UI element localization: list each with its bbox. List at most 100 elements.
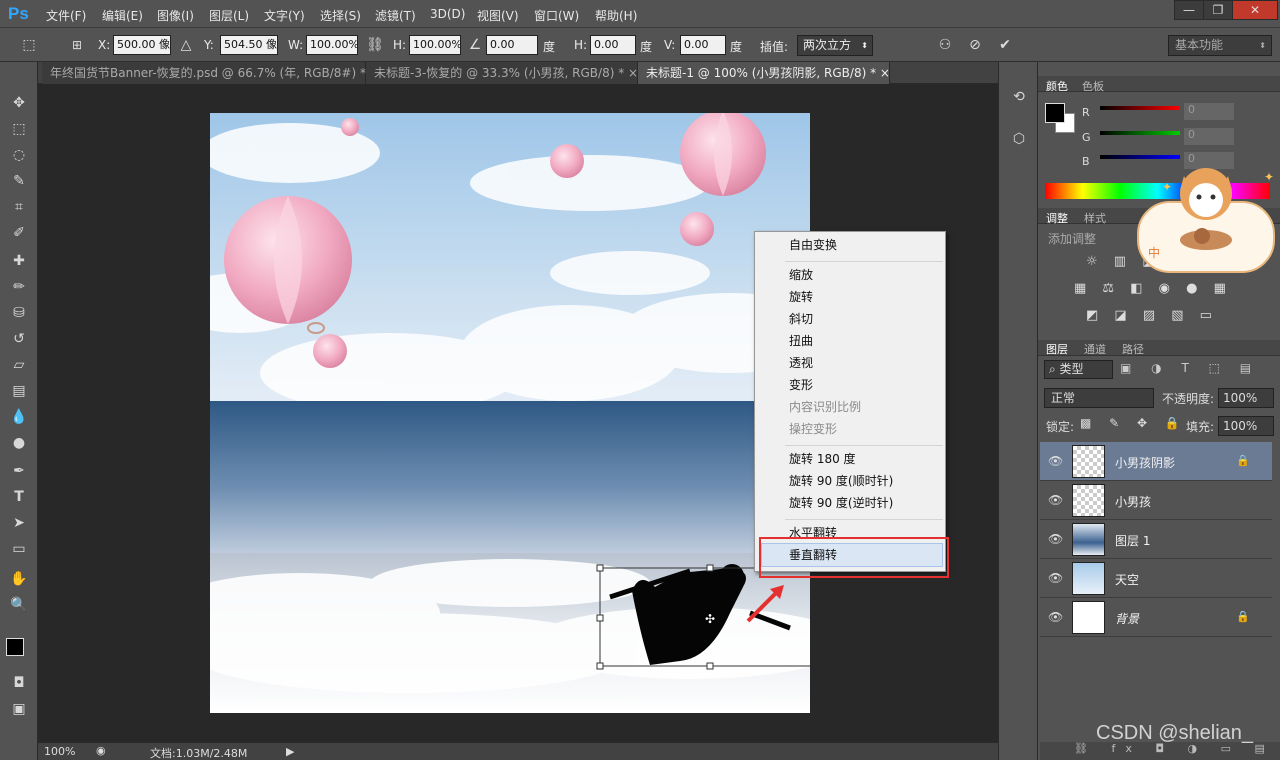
layer-row-boy-shadow[interactable]: 👁 小男孩阴影 🔒 [1040,442,1272,481]
menu-free-transform[interactable]: 自由变换 [789,237,837,253]
layer-row-layer-1[interactable]: 👁 图层 1 [1040,520,1272,559]
menu-rotate-180[interactable]: 旋转 180 度 [789,451,856,467]
channel-b-slider[interactable] [1100,155,1180,159]
workspace-select[interactable]: 基本功能 ⬍ [1168,35,1272,56]
lock-icons[interactable]: ▩ ✎ ✥ 🔒 [1080,416,1180,434]
reference-point-icon[interactable]: ⊞ [68,36,86,54]
tab-swatches[interactable]: 色板 [1082,78,1104,94]
channel-r-slider[interactable] [1100,106,1180,110]
quick-select-tool-icon[interactable]: ✎ [8,170,30,192]
menu-window[interactable]: 窗口(W) [534,7,579,24]
status-info-icon[interactable]: ◉ [96,744,106,757]
tab-layers[interactable]: 图层 [1046,341,1068,357]
delta-icon[interactable]: △ [177,36,195,54]
screen-mode-icon[interactable]: ▣ [8,698,30,720]
menu-image[interactable]: 图像(I) [157,7,194,24]
tab-untitled-1[interactable]: 未标题-1 @ 100% (小男孩阴影, RGB/8) * × [638,62,890,84]
menu-type[interactable]: 文字(Y) [264,7,305,24]
quick-mask-icon[interactable]: ◘ [8,672,30,694]
eye-icon[interactable]: 👁 [1048,571,1063,585]
interpolation-select[interactable]: 两次立方 ⬍ [797,35,873,56]
link-icon[interactable]: ⛓ [366,36,384,54]
w-field[interactable]: 100.00% [306,35,358,55]
eraser-tool-icon[interactable]: ▱ [8,354,30,376]
crop-tool-icon[interactable]: ⌗ [8,196,30,218]
opacity-field[interactable]: 100% [1218,388,1274,408]
healing-brush-tool-icon[interactable]: ✚ [8,250,30,272]
menu-scale[interactable]: 缩放 [789,267,813,283]
channel-r-field[interactable]: 0 [1184,103,1234,120]
clone-stamp-tool-icon[interactable]: ⛁ [8,302,30,324]
zoom-level[interactable]: 100% [44,745,75,758]
menu-perspective[interactable]: 透视 [789,355,813,371]
menu-view[interactable]: 视图(V) [477,7,519,24]
tab-untitled-3[interactable]: 未标题-3-恢复的 @ 33.3% (小男孩, RGB/8) * × [366,62,638,84]
adjustment-icons-row-2[interactable]: ▦ ⚖ ◧ ◉ ● ▦ [1074,281,1264,299]
menu-rotate-90-cw[interactable]: 旋转 90 度(顺时针) [789,473,893,489]
tab-color[interactable]: 颜色 [1046,78,1068,94]
layer-row-background[interactable]: 👁 背景 🔒 [1040,598,1272,637]
layer-filter-icons[interactable]: ▣ ◑ T ⬚ ▤ [1120,361,1251,378]
tab-channels[interactable]: 通道 [1084,341,1106,357]
type-tool-icon[interactable]: T [8,486,30,508]
warp-mode-icon[interactable]: ⚇ [936,36,954,54]
lasso-tool-icon[interactable]: ◌ [8,144,30,166]
tab-banner[interactable]: 年终国货节Banner-恢复的.psd @ 66.7% (年, RGB/8#) … [42,62,380,84]
angle-field[interactable]: 0.00 [486,35,538,55]
channel-g-slider[interactable] [1100,131,1180,135]
eye-icon[interactable]: 👁 [1048,454,1063,468]
fill-field[interactable]: 100% [1218,416,1274,436]
eye-icon[interactable]: 👁 [1048,610,1063,624]
cancel-transform-icon[interactable]: ⊘ [966,36,984,54]
foreground-color-swatch[interactable] [6,638,24,656]
close-tab-icon[interactable]: × [880,66,890,80]
menu-rotate[interactable]: 旋转 [789,289,813,305]
dodge-tool-icon[interactable]: ● [8,432,30,454]
zoom-tool-icon[interactable]: 🔍 [8,594,30,616]
menu-filter[interactable]: 滤镜(T) [375,7,416,24]
pen-tool-icon[interactable]: ✒ [8,460,30,482]
brush-tool-icon[interactable]: ✏ [8,276,30,298]
restore-button[interactable]: ❐ [1203,0,1233,20]
menu-edit[interactable]: 编辑(E) [102,7,143,24]
minimize-button[interactable]: — [1174,0,1204,20]
path-select-tool-icon[interactable]: ➤ [8,512,30,534]
close-window-button[interactable]: ✕ [1232,0,1278,20]
h-field[interactable]: 100.00% [409,35,461,55]
eye-icon[interactable]: 👁 [1048,493,1063,507]
menu-rotate-90-ccw[interactable]: 旋转 90 度(逆时针) [789,495,893,511]
blend-mode-select[interactable]: 正常 [1044,388,1154,408]
marquee-tool-icon[interactable]: ⬚ [8,118,30,140]
layer-row-sky[interactable]: 👁 天空 [1040,559,1272,598]
menu-layer[interactable]: 图层(L) [209,7,249,24]
menu-flip-vertical[interactable]: 垂直翻转 [789,547,837,563]
color-fg-swatch[interactable] [1045,103,1065,123]
move-tool-icon[interactable]: ✥ [8,92,30,114]
layer-filter-select[interactable]: ⌕ 类型 [1044,360,1113,379]
menu-warp[interactable]: 变形 [789,377,813,393]
tab-styles[interactable]: 样式 [1084,210,1106,226]
history-brush-tool-icon[interactable]: ↺ [8,328,30,350]
document-canvas[interactable]: ✣ [210,113,810,713]
menu-select[interactable]: 选择(S) [320,7,361,24]
hand-tool-icon[interactable]: ✋ [8,568,30,590]
menu-file[interactable]: 文件(F) [46,7,86,24]
adjustment-icons-row-3[interactable]: ◩ ◪ ▨ ▧ ▭ [1086,308,1256,326]
vskew-field[interactable]: 0.00 [680,35,726,55]
channel-g-field[interactable]: 0 [1184,128,1234,145]
gradient-tool-icon[interactable]: ▤ [8,380,30,402]
menu-3d[interactable]: 3D(D) [430,7,465,21]
status-arrow-icon[interactable]: ▶ [286,745,294,758]
commit-transform-icon[interactable]: ✔ [996,36,1014,54]
close-tab-icon[interactable]: × [628,66,638,80]
y-field[interactable]: 504.50 像 [220,35,278,55]
transform-tool-icon[interactable]: ⬚ [20,36,38,54]
x-field[interactable]: 500.00 像 [113,35,171,55]
blur-tool-icon[interactable]: 💧 [8,406,30,428]
menu-distort[interactable]: 扭曲 [789,333,813,349]
eyedropper-tool-icon[interactable]: ✐ [8,222,30,244]
tab-adjustments[interactable]: 调整 [1046,210,1068,226]
menu-help[interactable]: 帮助(H) [595,7,637,24]
tab-paths[interactable]: 路径 [1122,341,1144,357]
hskew-field[interactable]: 0.00 [590,35,636,55]
